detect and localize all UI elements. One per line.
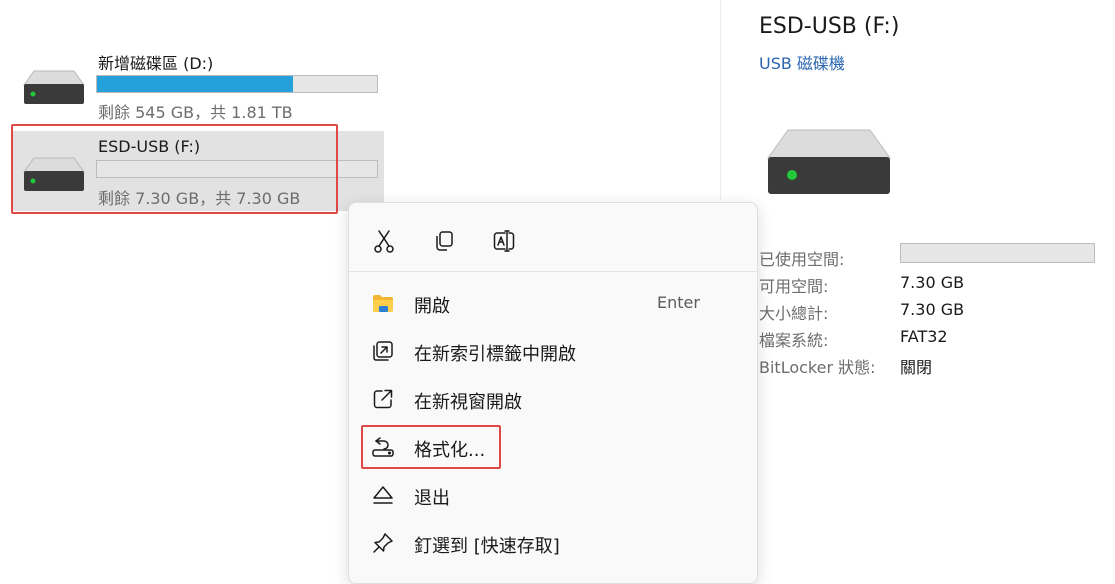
selected-drive-highlight	[11, 124, 338, 214]
drive-space-text: 剩餘 545 GB，共 1.81 TB	[98, 103, 293, 122]
context-menu: 開啟 Enter 在新索引標籤中開啟 在新視窗開啟 格式化... 退出 釘選到 …	[348, 202, 758, 584]
total-size-label: 大小總計:	[759, 304, 829, 323]
format-item-highlight	[361, 425, 501, 469]
details-title: ESD-USB (F:)	[759, 14, 900, 39]
file-system-value: FAT32	[900, 327, 948, 346]
drive-item-d[interactable]: 新增磁碟區 (D:) 剩餘 545 GB，共 1.81 TB	[12, 44, 384, 124]
usb-drive-large-icon	[767, 129, 891, 194]
free-space-value: 7.30 GB	[900, 273, 965, 292]
cut-button[interactable]	[366, 223, 402, 259]
used-space-bar	[900, 243, 1095, 263]
cut-icon	[374, 230, 394, 253]
open-in-new-tab-icon	[373, 341, 393, 361]
menu-item-label: 在新索引標籤中開啟	[414, 344, 576, 365]
rename-icon	[493, 230, 515, 252]
folder-icon	[373, 295, 393, 312]
bitlocker-status-value: 關閉	[900, 358, 933, 377]
hard-drive-icon	[23, 70, 85, 104]
menu-item-shortcut: Enter	[657, 293, 700, 312]
total-size-value: 7.30 GB	[900, 300, 965, 319]
bitlocker-status-label: BitLocker 狀態:	[759, 358, 876, 377]
menu-item-label: 開啟	[414, 296, 450, 317]
menu-separator	[349, 271, 757, 272]
eject-icon	[373, 486, 393, 504]
menu-item-open-new-tab[interactable]: 在新索引標籤中開啟	[357, 329, 749, 373]
pin-icon	[373, 533, 393, 553]
copy-icon	[436, 231, 453, 251]
open-in-new-window-icon	[373, 389, 393, 409]
free-space-label: 可用空間:	[759, 277, 829, 296]
drive-usage-fill	[97, 76, 293, 92]
menu-item-label: 在新視窗開啟	[414, 392, 522, 413]
menu-item-label: 退出	[414, 488, 450, 509]
menu-item-open-new-window[interactable]: 在新視窗開啟	[357, 377, 749, 421]
menu-item-eject[interactable]: 退出	[357, 473, 749, 517]
menu-item-open[interactable]: 開啟 Enter	[357, 281, 749, 325]
drive-usage-bar	[96, 75, 378, 93]
menu-item-label: 釘選到 [快速存取]	[414, 536, 560, 557]
rename-button[interactable]	[486, 223, 522, 259]
details-subtitle: USB 磁碟機	[759, 54, 845, 73]
details-pane-divider	[720, 0, 721, 200]
used-space-label: 已使用空間:	[759, 250, 845, 269]
file-system-label: 檔案系統:	[759, 331, 829, 350]
copy-button[interactable]	[426, 223, 462, 259]
drive-name: 新增磁碟區 (D:)	[98, 54, 214, 73]
menu-item-pin-quick-access[interactable]: 釘選到 [快速存取]	[357, 521, 749, 565]
